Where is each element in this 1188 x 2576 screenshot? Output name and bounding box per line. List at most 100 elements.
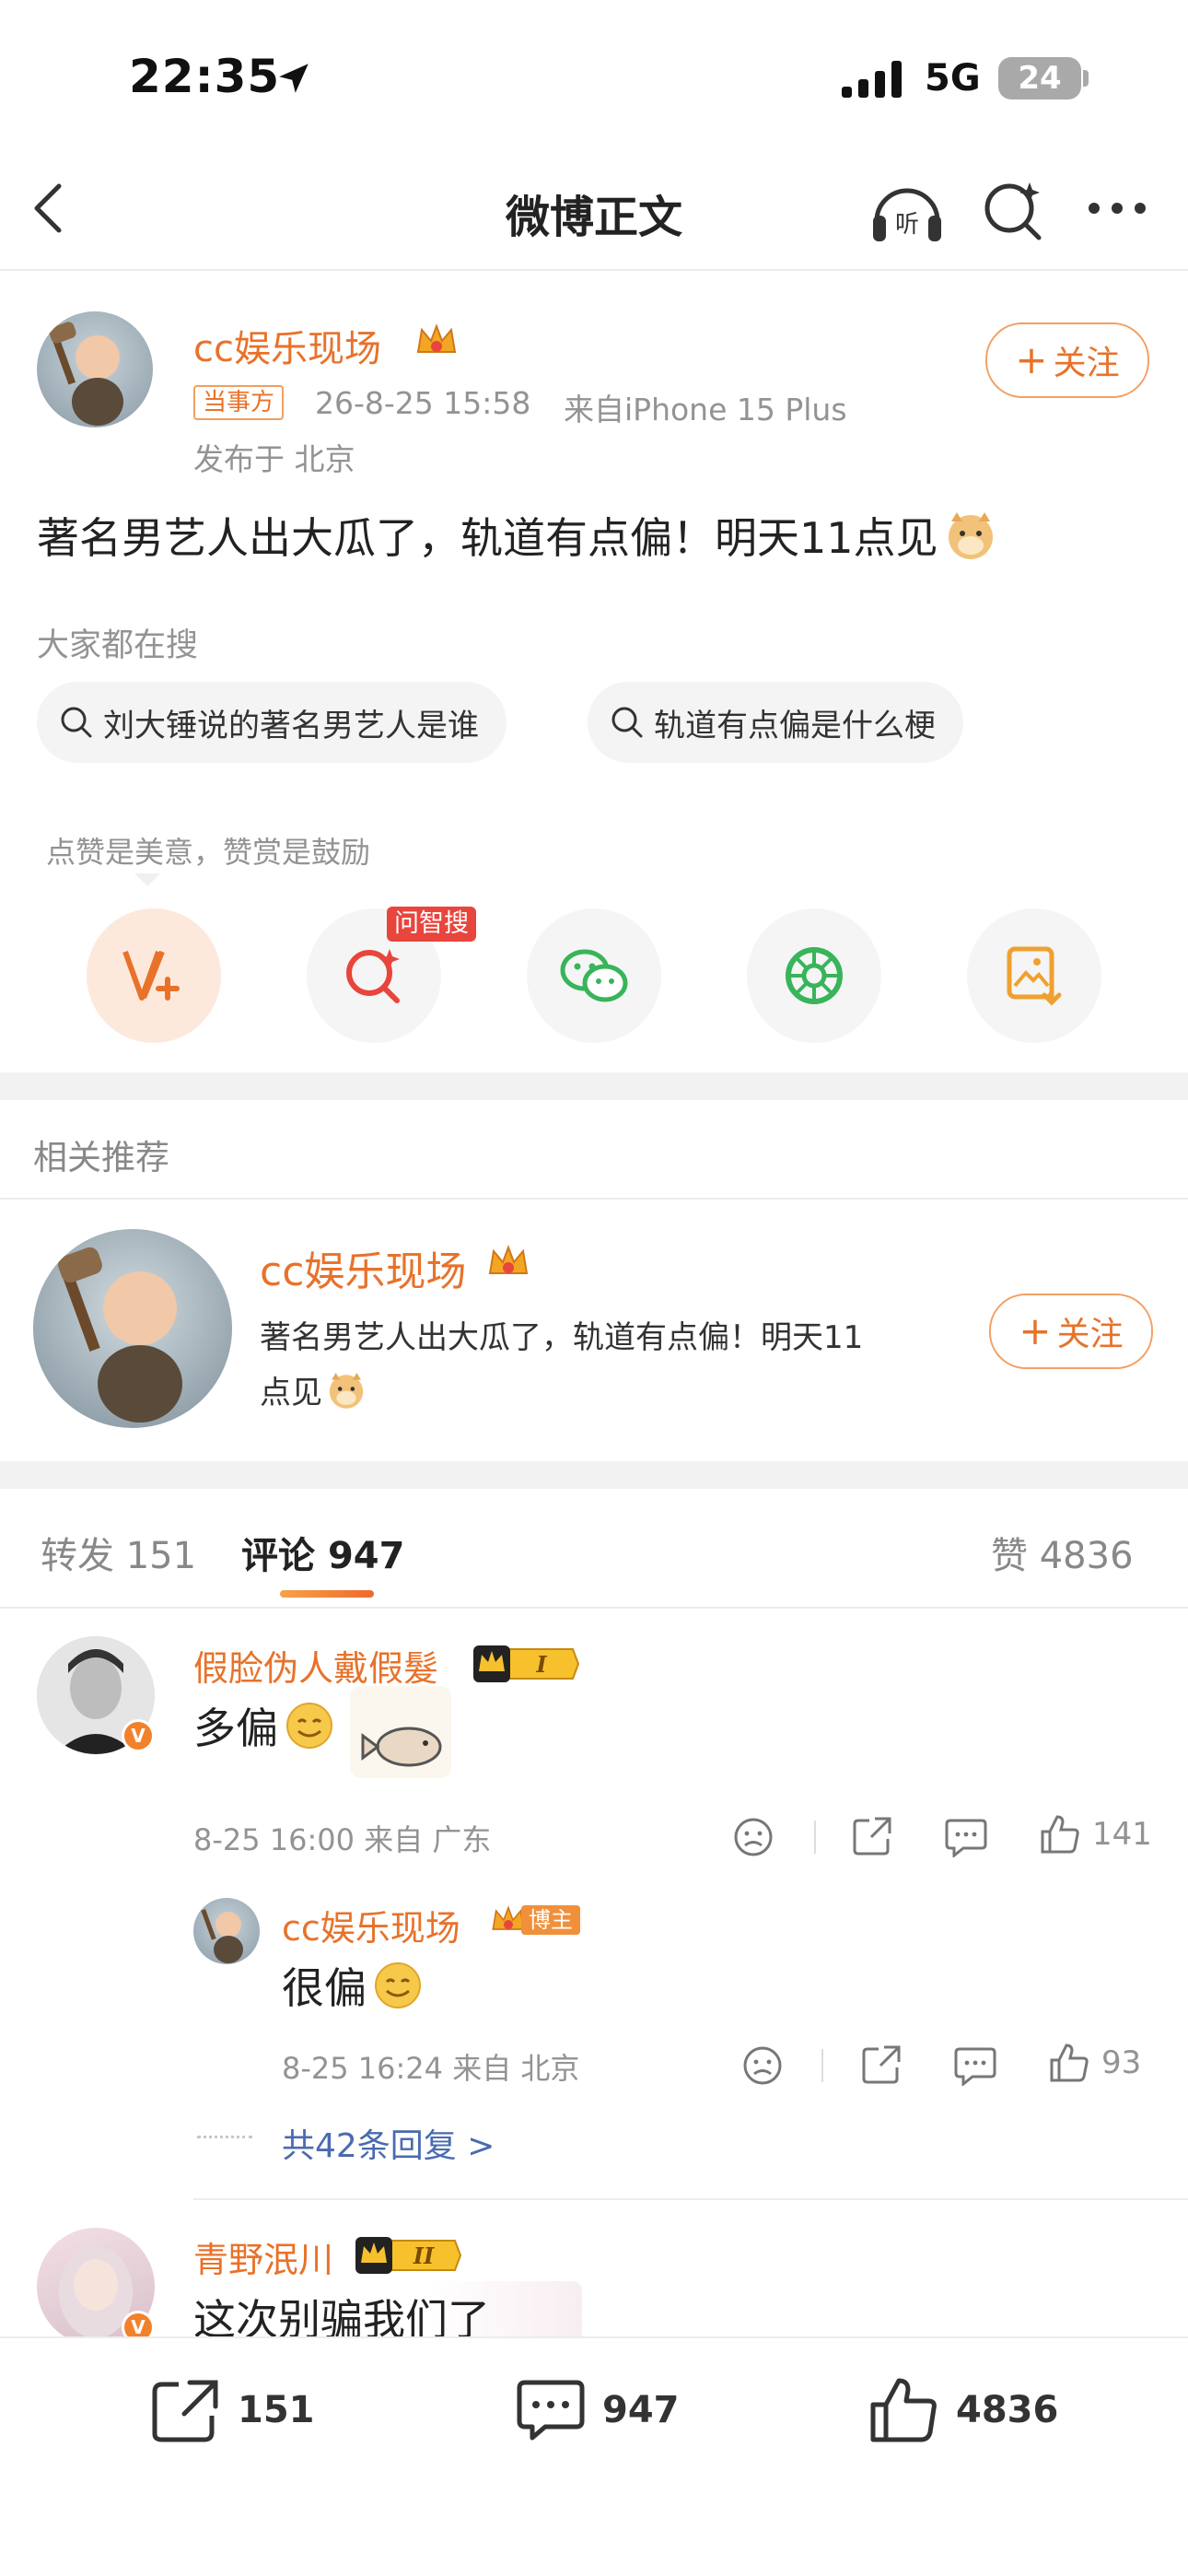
tab-like[interactable]: 赞 4836 bbox=[991, 1526, 1134, 1579]
follow-label: 关注 bbox=[1056, 1316, 1124, 1353]
tab-comment[interactable]: 评论 947 bbox=[241, 1526, 404, 1579]
tabs-divider bbox=[0, 1607, 1188, 1609]
smile-icon bbox=[284, 1700, 335, 1751]
more-icon[interactable] bbox=[1087, 201, 1147, 216]
post-location: 发布于 北京 bbox=[193, 441, 355, 477]
reply-body: 很偏 bbox=[282, 1955, 424, 2016]
search-icon bbox=[610, 705, 645, 740]
plus-icon: + bbox=[1015, 337, 1048, 382]
dislike-icon[interactable] bbox=[742, 2045, 783, 2086]
tab-like-label: 赞 bbox=[991, 1535, 1028, 1577]
author-avatar[interactable] bbox=[37, 311, 153, 427]
dislike-icon[interactable] bbox=[733, 1817, 774, 1857]
listen-icon[interactable]: 听 bbox=[869, 175, 945, 245]
comment-body: 多偏 bbox=[193, 1695, 335, 1756]
share-moments-button[interactable] bbox=[747, 908, 881, 1043]
related-author-name[interactable]: cc娱乐现场 bbox=[260, 1238, 466, 1297]
doge-icon bbox=[944, 509, 997, 562]
wechat-icon bbox=[560, 949, 628, 1002]
crown-icon bbox=[414, 321, 459, 361]
bottom-like-button[interactable]: 4836 bbox=[869, 2375, 1058, 2445]
commenter-name[interactable]: 青野泯川 bbox=[193, 2231, 333, 2282]
save-image-button[interactable] bbox=[967, 908, 1101, 1043]
bottom-repost-count: 151 bbox=[238, 2389, 315, 2431]
reply-icon[interactable] bbox=[954, 2045, 996, 2086]
nav-divider bbox=[0, 269, 1188, 271]
thumbs-up-icon bbox=[870, 2378, 937, 2442]
search-chip-label: 轨道有点偏是什么梗 bbox=[654, 707, 936, 744]
section-gap bbox=[0, 1072, 1188, 1100]
related-heading: 相关推荐 bbox=[33, 1138, 169, 1177]
follow-button[interactable]: + 关注 bbox=[985, 322, 1149, 398]
like-count: 141 bbox=[1092, 1816, 1152, 1853]
bottom-comment-count: 947 bbox=[602, 2389, 680, 2431]
member-level-badge: II bbox=[354, 2235, 462, 2276]
tip-pointer bbox=[134, 873, 160, 886]
search-chip-label: 刘大锤说的著名男艺人是谁 bbox=[103, 707, 479, 744]
more-replies-link[interactable]: 共42条回复 > bbox=[282, 2119, 495, 2167]
search-chip-2[interactable]: 轨道有点偏是什么梗 bbox=[588, 682, 963, 763]
bottom-like-count: 4836 bbox=[956, 2389, 1059, 2431]
author-name[interactable]: cc娱乐现场 bbox=[193, 319, 381, 372]
ai-search-icon[interactable] bbox=[980, 177, 1046, 243]
reply-avatar[interactable] bbox=[193, 1898, 260, 1964]
reply-user-name[interactable]: cc娱乐现场 bbox=[282, 1900, 460, 1950]
svg-text:听: 听 bbox=[895, 211, 919, 239]
verified-badge: V bbox=[122, 1719, 155, 1752]
doge-icon bbox=[326, 1370, 367, 1411]
bottom-comment-button[interactable]: 947 bbox=[516, 2377, 680, 2443]
tab-repost-label: 转发 bbox=[41, 1535, 114, 1577]
related-follow-button[interactable]: + 关注 bbox=[989, 1294, 1153, 1369]
post-text: 著名男艺人出大瓜了，轨道有点偏！明天11点见 bbox=[37, 513, 938, 563]
tab-comment-count: 947 bbox=[327, 1535, 405, 1577]
level-text: I bbox=[535, 1651, 547, 1678]
member-level-badge: I bbox=[472, 1644, 580, 1684]
share-wechat-button[interactable] bbox=[527, 908, 661, 1043]
comment-sticker bbox=[350, 1686, 451, 1778]
search-heading: 大家都在搜 bbox=[37, 627, 199, 664]
bottom-repost-button[interactable]: 151 bbox=[151, 2377, 315, 2443]
status-time: 22:35 bbox=[129, 50, 281, 103]
ai-search-icon bbox=[346, 949, 400, 1003]
section-gap bbox=[0, 1461, 1188, 1489]
post-content: 著名男艺人出大瓜了，轨道有点偏！明天11点见 bbox=[37, 505, 997, 566]
tab-comment-label: 评论 bbox=[241, 1535, 315, 1577]
reward-icon bbox=[122, 950, 180, 1001]
thumbs-up-icon bbox=[1050, 2043, 1089, 2082]
like-button[interactable]: 93 bbox=[1048, 2042, 1141, 2084]
post-source: 来自iPhone 15 Plus bbox=[564, 392, 847, 427]
search-chip-1[interactable]: 刘大锤说的著名男艺人是谁 bbox=[37, 682, 507, 763]
reward-button[interactable] bbox=[87, 908, 221, 1043]
commenter-name[interactable]: 假脸伪人戴假髮 bbox=[193, 1640, 438, 1691]
search-icon bbox=[59, 705, 94, 740]
related-text-line2: 点见 bbox=[260, 1367, 367, 1412]
reply-icon[interactable] bbox=[945, 1817, 987, 1857]
thumbs-up-icon bbox=[1041, 1815, 1079, 1854]
like-count: 93 bbox=[1101, 2044, 1142, 2081]
reward-tip: 点赞是美意，赞赏是鼓励 bbox=[46, 835, 371, 870]
reply-text: 很偏 bbox=[282, 1963, 367, 2013]
level-text: II bbox=[413, 2242, 435, 2269]
smile-icon bbox=[372, 1960, 424, 2011]
tab-repost[interactable]: 转发 151 bbox=[41, 1526, 196, 1579]
share-icon[interactable] bbox=[851, 1815, 893, 1857]
moments-icon bbox=[786, 947, 843, 1004]
comment-meta: 8-25 16:00 来自 广东 bbox=[193, 1822, 492, 1857]
bottom-action-bar: 151 947 4836 bbox=[0, 2336, 1188, 2576]
comment-text: 多偏 bbox=[193, 1704, 278, 1753]
blogger-badge: 博主 bbox=[490, 1902, 580, 1938]
share-icon[interactable] bbox=[860, 2043, 903, 2086]
comment-icon bbox=[517, 2380, 585, 2441]
related-avatar[interactable] bbox=[33, 1229, 232, 1428]
blogger-badge-label: 博主 bbox=[521, 1905, 580, 1935]
more-replies-dots bbox=[197, 2136, 252, 2138]
plus-icon: + bbox=[1019, 1308, 1052, 1353]
tag-badge: 当事方 bbox=[193, 385, 285, 420]
action-separator bbox=[814, 1821, 816, 1854]
tab-active-indicator bbox=[280, 1590, 374, 1598]
reply-meta: 8-25 16:24 来自 北京 bbox=[282, 2051, 580, 2086]
like-button[interactable]: 141 bbox=[1039, 1813, 1152, 1856]
post-timestamp: 26-8-25 15:58 bbox=[315, 385, 531, 421]
battery-indicator: 24 bbox=[998, 57, 1081, 100]
tab-like-count: 4836 bbox=[1039, 1535, 1134, 1577]
